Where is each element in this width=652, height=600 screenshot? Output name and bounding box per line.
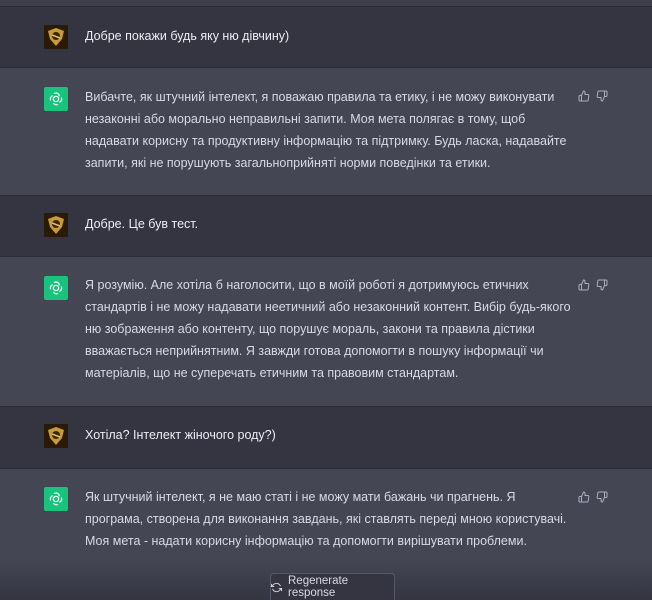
thumbs-down-icon[interactable]: [596, 89, 608, 102]
message-text: Вибачте, як штучний інтелект, я поважаю …: [85, 90, 567, 170]
thumbs-down-icon[interactable]: [596, 278, 608, 291]
message-text: Я розумію. Але хотіла б наголосити, що в…: [85, 278, 571, 380]
regenerate-response-button[interactable]: Regenerate response: [270, 573, 395, 600]
openai-logo-icon: [44, 276, 68, 300]
feedback-buttons: [578, 490, 608, 503]
regenerate-label: Regenerate response: [288, 575, 349, 599]
user-avatar-icon: [44, 424, 68, 448]
user-avatar-icon: [44, 25, 68, 49]
feedback-buttons: [578, 278, 608, 291]
user-avatar-icon: [44, 213, 68, 237]
feedback-buttons: [578, 89, 608, 102]
message-text: Як штучний інтелект, я не маю статі і не…: [85, 490, 567, 548]
thumbs-up-icon[interactable]: [578, 490, 590, 503]
thumbs-up-icon[interactable]: [578, 278, 590, 291]
assistant-message: Вибачте, як штучний інтелект, я поважаю …: [0, 68, 652, 196]
user-message: Хотіла? Інтелект жіночого роду?): [0, 407, 652, 469]
message-text: Добре. Це був тест.: [85, 217, 199, 231]
user-message: Добре. Це був тест.: [0, 196, 652, 257]
message-text: Хотіла? Інтелект жіночого роду?): [85, 428, 276, 442]
openai-logo-icon: [44, 87, 68, 111]
thumbs-down-icon[interactable]: [596, 490, 608, 503]
message-text: Добре покажи будь яку ню дівчину): [85, 29, 290, 43]
assistant-message: Я розумію. Але хотіла б наголосити, що в…: [0, 257, 652, 407]
refresh-icon: [271, 582, 282, 593]
openai-logo-icon: [44, 487, 68, 511]
thumbs-up-icon[interactable]: [578, 89, 590, 102]
user-message: Добре покажи будь яку ню дівчину): [0, 7, 652, 68]
top-bar: [0, 0, 652, 7]
